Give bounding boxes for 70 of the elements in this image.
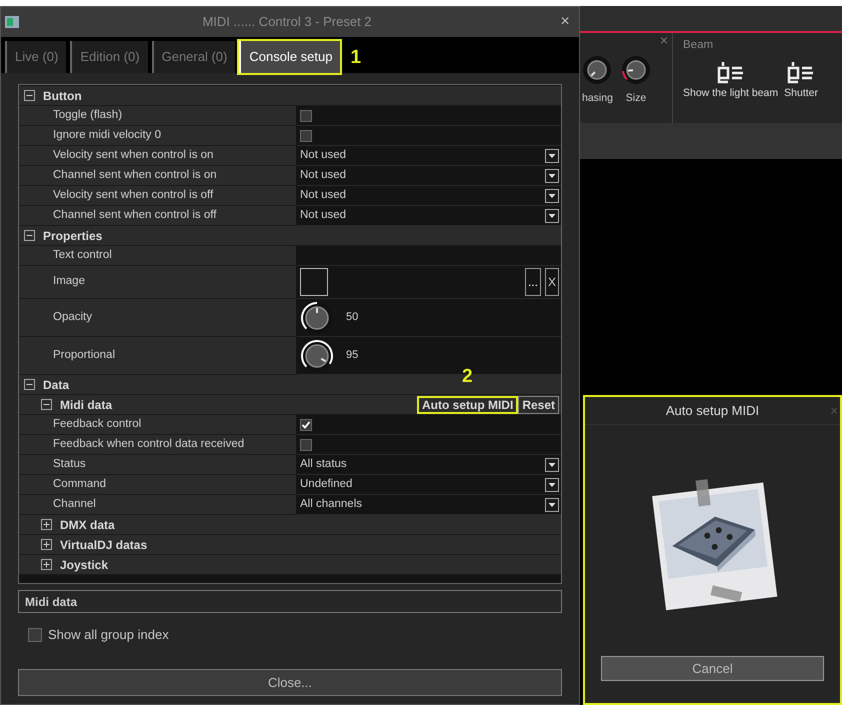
group-label: Joystick: [60, 556, 108, 574]
collapse-icon[interactable]: [24, 230, 35, 241]
knob-icon[interactable]: [620, 55, 651, 85]
dropdown-value[interactable]: Not used: [300, 186, 543, 204]
dropdown-value[interactable]: Not used: [300, 146, 543, 164]
image-preview[interactable]: [300, 268, 328, 296]
window-title: MIDI ...... Control 3 - Preset 2: [201, 13, 373, 32]
cancel-button[interactable]: Cancel: [601, 656, 824, 681]
property-label: Feedback when control data received: [53, 436, 244, 452]
close-button[interactable]: ×: [555, 14, 575, 30]
collapse-icon[interactable]: [24, 379, 35, 390]
collapse-icon[interactable]: [41, 399, 52, 410]
dropdown-value[interactable]: Undefined: [300, 476, 543, 494]
property-label: Toggle (flash): [53, 108, 122, 123]
checkbox[interactable]: [300, 110, 312, 122]
dropdown-value[interactable]: All channels: [300, 496, 543, 514]
section-title: Beam: [683, 38, 714, 53]
toolbar-button[interactable]: Show the light beam: [683, 60, 778, 102]
knob-label: Size: [626, 91, 646, 106]
dropdown-value[interactable]: All status: [300, 456, 543, 474]
property-label: Channel: [53, 496, 96, 512]
toolbar-button[interactable]: Shutter: [784, 60, 818, 102]
property-label: Image: [53, 274, 85, 290]
action-button[interactable]: Reset: [518, 396, 559, 414]
tab[interactable]: Console setup: [239, 41, 340, 73]
checkbox[interactable]: [300, 418, 312, 430]
description-title: Midi data: [25, 594, 78, 610]
light-beam-icon: [716, 60, 746, 84]
dropdown-value[interactable]: Not used: [300, 206, 543, 224]
knob-icon[interactable]: [582, 55, 612, 85]
property-label: Ignore midi velocity 0: [53, 128, 162, 143]
browse-button[interactable]: ...: [524, 268, 541, 296]
group-label: DMX data: [60, 516, 115, 534]
popup-title: Auto setup MIDI: [666, 402, 760, 420]
collapse-icon[interactable]: [24, 90, 35, 101]
knob-value: 50: [346, 310, 358, 326]
property-label: Command: [53, 476, 106, 492]
tab[interactable]: Live (0): [5, 41, 66, 73]
app-icon: [5, 16, 19, 28]
group-label: Properties: [43, 228, 102, 244]
group-label: Button: [43, 88, 82, 104]
property-label: Velocity sent when control is off: [53, 188, 214, 203]
action-button[interactable]: Auto setup MIDI: [416, 396, 518, 414]
knob-value: 95: [346, 348, 358, 364]
group-label: VirtualDJ datas: [60, 536, 148, 554]
property-label: Proportional: [53, 348, 116, 363]
expand-icon[interactable]: [41, 539, 52, 550]
property-label: Channel sent when control is off: [53, 208, 216, 223]
property-label: Opacity: [53, 310, 92, 325]
checkbox-label[interactable]: Show all group index: [48, 625, 169, 644]
property-label: Velocity sent when control is on: [53, 148, 214, 163]
property-label: Text control: [53, 248, 112, 263]
expand-icon[interactable]: [41, 519, 52, 530]
expand-icon[interactable]: [41, 559, 52, 570]
callout-number: 1: [350, 48, 362, 66]
checkbox[interactable]: [300, 130, 312, 142]
knob-label: hasing: [582, 91, 613, 106]
group-label: Midi data: [60, 396, 112, 414]
checkbox[interactable]: [28, 628, 42, 642]
clear-button[interactable]: X: [544, 268, 559, 296]
property-label: Feedback control: [53, 416, 142, 432]
tab[interactable]: General (0): [152, 41, 236, 73]
property-label: Channel sent when control is on: [53, 168, 217, 183]
close-dialog-button[interactable]: Close...: [18, 669, 562, 696]
dropdown-value[interactable]: Not used: [300, 166, 543, 184]
callout-number: 2: [462, 366, 473, 386]
group-label: Data: [43, 376, 70, 394]
checkbox[interactable]: [300, 438, 312, 450]
tab[interactable]: Edition (0): [70, 41, 148, 73]
property-label: Status: [53, 456, 86, 472]
